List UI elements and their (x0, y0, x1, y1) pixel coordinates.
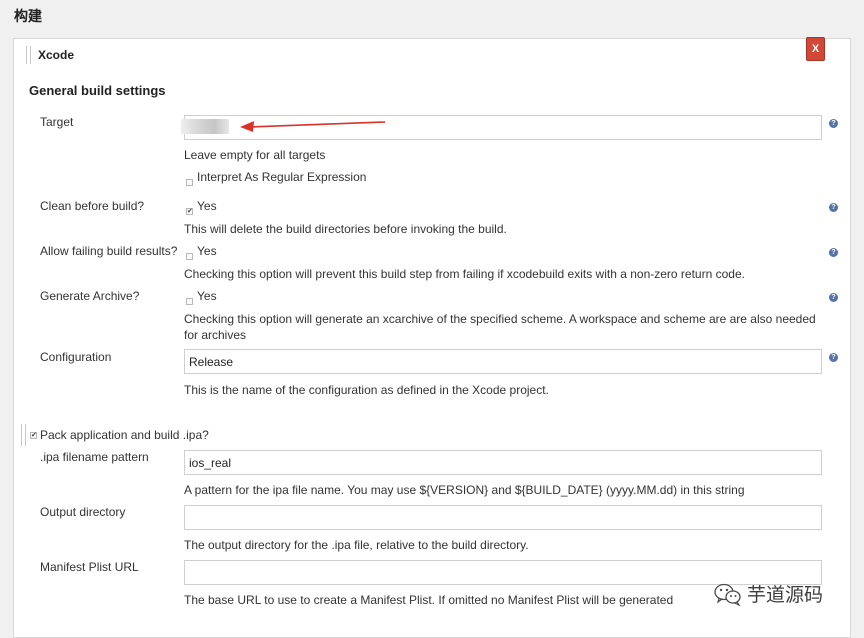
configuration-input[interactable] (184, 349, 822, 374)
configuration-hint: This is the name of the configuration as… (184, 383, 549, 397)
target-help-icon[interactable]: ? (829, 119, 838, 128)
output-directory-input[interactable] (184, 505, 822, 530)
clean-checkbox-label: Yes (197, 199, 217, 213)
archive-help-icon[interactable]: ? (829, 293, 838, 302)
ipa-pattern-input[interactable] (184, 450, 822, 475)
ipa-pattern-label: .ipa filename pattern (40, 450, 149, 464)
target-hint: Leave empty for all targets (184, 148, 326, 162)
configuration-label: Configuration (40, 350, 112, 364)
pack-checkbox-label: Pack application and build .ipa? (40, 428, 209, 442)
manifest-url-hint: The base URL to use to create a Manifest… (184, 593, 674, 607)
allow-failing-hint: Checking this option will prevent this b… (184, 267, 745, 281)
allow-failing-help-icon[interactable]: ? (829, 248, 838, 257)
configuration-help-icon[interactable]: ? (829, 353, 838, 362)
clean-label: Clean before build? (40, 199, 145, 213)
archive-label: Generate Archive? (40, 289, 140, 303)
allow-failing-checkbox-label: Yes (197, 244, 217, 258)
wechat-icon (714, 583, 741, 606)
archive-checkbox-label: Yes (197, 289, 217, 303)
clean-checkbox[interactable]: ✔ (186, 208, 193, 215)
clean-help-icon[interactable]: ? (829, 203, 838, 212)
output-directory-label: Output directory (40, 505, 126, 519)
watermark: 芋道源码 (713, 580, 823, 607)
regex-checkbox-label: Interpret As Regular Expression (197, 170, 367, 184)
clean-hint: This will delete the build directories b… (184, 222, 507, 236)
output-directory-hint: The output directory for the .ipa file, … (184, 538, 529, 552)
allow-failing-checkbox[interactable] (186, 253, 193, 260)
annotation-arrow (240, 121, 386, 132)
target-label: Target (40, 115, 74, 129)
drag-handle[interactable] (26, 46, 31, 64)
archive-hint-line2: for archives (184, 328, 247, 342)
archive-hint-line1: Checking this option will generate an xc… (184, 312, 816, 326)
pack-section-handle (21, 424, 26, 446)
general-settings-title: General build settings (29, 83, 166, 98)
pack-checkbox[interactable]: ✔ (30, 432, 37, 439)
ipa-pattern-hint: A pattern for the ipa file name. You may… (184, 483, 745, 497)
archive-checkbox[interactable] (186, 298, 193, 305)
section-title: 构建 (14, 8, 42, 24)
watermark-text: 芋道源码 (747, 585, 824, 606)
delete-step-button[interactable]: X (806, 37, 825, 61)
regex-checkbox[interactable] (186, 179, 193, 186)
build-step-name: Xcode (38, 48, 75, 62)
redacted-target-value (181, 119, 229, 134)
manifest-url-label: Manifest Plist URL (40, 560, 139, 574)
allow-failing-label: Allow failing build results? (40, 244, 178, 258)
